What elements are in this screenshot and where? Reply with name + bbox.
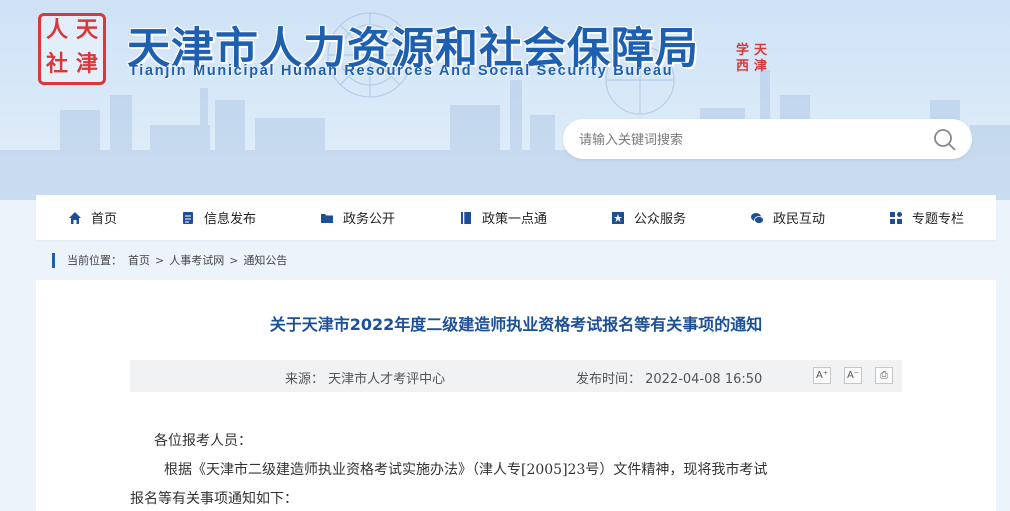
breadcrumb: 当前位置： 首页 > 人事考试网 > 通知公告 (52, 252, 287, 268)
nav-item-service[interactable]: 公众服务 (607, 208, 690, 227)
bureau-logo[interactable]: 人 天 社 津 (38, 13, 106, 85)
nav-item-label: 政策一点通 (481, 212, 547, 227)
nav-item-label: 专题专栏 (911, 212, 964, 227)
article-title: 关于天津市2022年度二级建造师执业资格考试报名等有关事项的通知 (269, 315, 763, 334)
site-subtitle: Tianjin Municipal Human Resources And So… (129, 63, 674, 79)
nav-item-home[interactable]: 首页 (64, 208, 121, 227)
star-icon (611, 211, 624, 224)
tianjin-emblem-icon: 学 天 西 津 (736, 42, 768, 74)
folder-icon (320, 213, 333, 223)
breadcrumb-separator: > (229, 253, 239, 267)
article-source: 来源： 天津市人才考评中心 (285, 372, 446, 387)
main-nav: 首页 信息发布 政务公开 政策一点通 公众服务 政民互动 专题专栏 (36, 195, 996, 240)
book-icon (460, 211, 471, 224)
article-meta-bar: 来源： 天津市人才考评中心 发布时间： 2022-04-08 16:50 A⁺ … (130, 360, 902, 392)
logo-char: 津 (76, 52, 99, 77)
logo-char: 社 (46, 52, 69, 77)
nav-item-info[interactable]: 信息发布 (177, 208, 260, 227)
breadcrumb-separator: > (155, 253, 165, 267)
site-header: 人 天 社 津 天津市人力资源和社会保障局 Tianjin Municipal … (0, 0, 1010, 200)
font-increase-button[interactable]: A⁺ (813, 367, 831, 384)
nav-item-affairs[interactable]: 政务公开 (316, 208, 399, 227)
article-publish-time: 发布时间： 2022-04-08 16:50 (576, 372, 763, 387)
breadcrumb-link-home[interactable]: 首页 (128, 252, 150, 268)
svg-text:学: 学 (736, 42, 749, 58)
nav-item-label: 首页 (90, 212, 117, 227)
nav-item-label: 政务公开 (342, 212, 395, 227)
grid-icon (889, 211, 902, 224)
nav-item-label: 公众服务 (633, 212, 686, 227)
article-greeting: 各位报考人员： (154, 433, 252, 449)
search-box (563, 119, 972, 159)
breadcrumb-marker (52, 252, 55, 268)
document-icon (182, 211, 193, 224)
article-container: 关于天津市2022年度二级建造师执业资格考试报名等有关事项的通知 来源： 天津市… (36, 280, 996, 511)
svg-text:津: 津 (754, 58, 767, 74)
logo-char: 天 (76, 18, 99, 43)
svg-text:天: 天 (754, 43, 768, 58)
svg-text:西: 西 (736, 59, 749, 74)
nav-item-label: 政民互动 (772, 212, 825, 227)
nav-item-topics[interactable]: 专题专栏 (885, 208, 968, 227)
home-icon (68, 211, 81, 224)
logo-char: 人 (46, 18, 69, 43)
search-input[interactable] (577, 127, 911, 153)
print-icon[interactable]: ⎙ (875, 367, 893, 384)
chat-icon (750, 212, 764, 224)
breadcrumb-prefix: 当前位置： (67, 254, 122, 267)
article-paragraph: 根据《天津市二级建造师执业资格考试实施办法》（津人专[2005]23号）文件精神… (164, 462, 768, 478)
breadcrumb-link-notice[interactable]: 通知公告 (243, 252, 287, 268)
article-paragraph: 报名等有关事项通知如下： (130, 491, 298, 507)
search-icon[interactable] (932, 127, 958, 153)
breadcrumb-link-exam[interactable]: 人事考试网 (169, 252, 224, 268)
nav-item-label: 信息发布 (203, 212, 256, 227)
font-decrease-button[interactable]: A⁻ (844, 367, 862, 384)
nav-item-interaction[interactable]: 政民互动 (746, 208, 829, 227)
nav-item-policy[interactable]: 政策一点通 (455, 208, 551, 227)
